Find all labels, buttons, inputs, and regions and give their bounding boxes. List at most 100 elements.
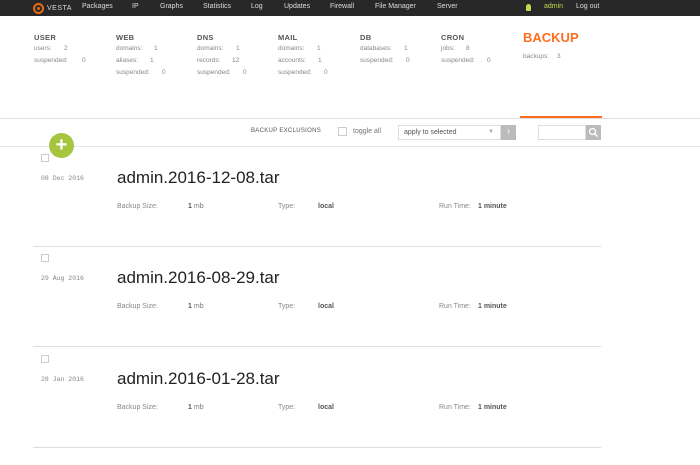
- stat-value: 0: [324, 69, 328, 76]
- runtime-value: 1 minute: [478, 203, 507, 210]
- stat-label: databases:: [360, 45, 392, 52]
- divider: [33, 447, 601, 448]
- top-nav-bar: VESTA Packages IP Graphs Statistics Log …: [0, 0, 700, 16]
- stat-value: 0: [406, 57, 410, 64]
- nav-statistics[interactable]: Statistics: [203, 3, 231, 10]
- backup-exclusions-link[interactable]: BACKUP EXCLUSIONS: [251, 128, 321, 134]
- stat-title: DB: [360, 33, 372, 42]
- type-value: local: [318, 404, 334, 411]
- size-unit: mb: [193, 404, 204, 411]
- search-button[interactable]: [586, 125, 601, 140]
- backup-name[interactable]: admin.2016-08-29.tar: [117, 268, 280, 288]
- type-label: Type:: [278, 203, 296, 210]
- apply-to-selected-select[interactable]: apply to selected ▼: [398, 125, 501, 140]
- backup-row: 08 Dec 2016 admin.2016-12-08.tar Backup …: [33, 147, 601, 247]
- stat-label: suspended:: [360, 57, 394, 64]
- apply-go-button[interactable]: ›: [501, 125, 516, 140]
- size-label: Backup Size:: [117, 404, 158, 411]
- stat-label: domains:: [278, 45, 305, 52]
- backup-count: backups: 3: [523, 53, 561, 60]
- nav-user-admin[interactable]: admin: [544, 3, 563, 10]
- nav-logout[interactable]: Log out: [576, 3, 599, 10]
- vesta-logo[interactable]: VESTA: [33, 2, 72, 14]
- stat-value: 1: [150, 57, 154, 64]
- nav-packages[interactable]: Packages: [82, 3, 113, 10]
- stat-label: jobs:: [441, 45, 455, 52]
- stat-label: suspended:: [34, 57, 68, 64]
- runtime-label: Run Time:: [439, 203, 471, 210]
- nav-updates[interactable]: Updates: [284, 3, 310, 10]
- stat-title: DNS: [197, 33, 214, 42]
- runtime-label: Run Time:: [439, 404, 471, 411]
- runtime-value: 1 minute: [478, 404, 507, 411]
- stat-value: 1: [318, 57, 322, 64]
- backup-date: 29 Aug 2016: [41, 275, 84, 282]
- chevron-down-icon: ▼: [488, 129, 494, 135]
- stat-label: suspended:: [197, 69, 231, 76]
- vesta-logo-icon: [33, 2, 44, 14]
- nav-log[interactable]: Log: [251, 3, 263, 10]
- logo-text: VESTA: [47, 4, 72, 12]
- stat-db[interactable]: DB databases: 1 suspended: 0: [360, 33, 410, 69]
- type-label: Type:: [278, 404, 296, 411]
- divider: [0, 118, 700, 119]
- type-value: local: [318, 303, 334, 310]
- nav-file-manager[interactable]: File Manager: [375, 3, 416, 10]
- stat-cron[interactable]: CRON jobs: 8 suspended: 0: [441, 33, 491, 69]
- stat-value: 0: [162, 69, 166, 76]
- stat-dns[interactable]: DNS domains: 1 records: 12 suspended: 0: [197, 33, 247, 81]
- stat-value: 1: [404, 45, 408, 52]
- backup-name[interactable]: admin.2016-01-28.tar: [117, 369, 280, 389]
- stat-value: 3: [557, 53, 561, 60]
- stat-title: WEB: [116, 33, 135, 42]
- stat-value: 8: [466, 45, 470, 52]
- stat-value: 2: [64, 45, 68, 52]
- stat-title: CRON: [441, 33, 465, 42]
- stat-label: suspended:: [278, 69, 312, 76]
- stat-value: 0: [487, 57, 491, 64]
- size-value: 1: [188, 203, 192, 210]
- stat-label: users:: [34, 45, 52, 52]
- backup-name[interactable]: admin.2016-12-08.tar: [117, 168, 280, 188]
- stat-label: backups:: [523, 53, 550, 60]
- size-unit: mb: [193, 303, 204, 310]
- row-checkbox[interactable]: [41, 355, 49, 363]
- stat-web[interactable]: WEB domains: 1 aliases: 1 suspended: 0: [116, 33, 166, 81]
- stat-value: 0: [82, 57, 86, 64]
- search-input[interactable]: [538, 125, 586, 140]
- backup-date: 28 Jan 2016: [41, 376, 84, 383]
- backup-row: 29 Aug 2016 admin.2016-08-29.tar Backup …: [33, 247, 601, 347]
- chevron-right-icon: ›: [506, 126, 511, 137]
- stat-label: suspended:: [441, 57, 475, 64]
- stat-label: aliases:: [116, 57, 139, 64]
- divider: [33, 346, 601, 347]
- row-checkbox[interactable]: [41, 254, 49, 262]
- type-label: Type:: [278, 303, 296, 310]
- notification-bell-icon[interactable]: [526, 4, 531, 11]
- stat-value: 1: [236, 45, 240, 52]
- size-unit: mb: [193, 203, 204, 210]
- runtime-label: Run Time:: [439, 303, 471, 310]
- stat-title: USER: [34, 33, 57, 42]
- runtime-value: 1 minute: [478, 303, 507, 310]
- size-label: Backup Size:: [117, 203, 158, 210]
- row-checkbox[interactable]: [41, 154, 49, 162]
- size-label: Backup Size:: [117, 303, 158, 310]
- stat-label: records:: [197, 57, 221, 64]
- apply-to-selected-value: apply to selected: [404, 129, 457, 136]
- toggle-all-label[interactable]: toggle all: [353, 128, 381, 135]
- nav-graphs[interactable]: Graphs: [160, 3, 183, 10]
- nav-ip[interactable]: IP: [132, 3, 139, 10]
- stat-mail[interactable]: MAIL domains: 1 accounts: 1 suspended: 0: [278, 33, 328, 81]
- size-value: 1: [188, 404, 192, 411]
- stat-value: 0: [243, 69, 247, 76]
- tab-backup-title[interactable]: BACKUP: [523, 30, 579, 45]
- stat-value: 1: [154, 45, 158, 52]
- toggle-all-checkbox[interactable]: [338, 127, 347, 136]
- backup-date: 08 Dec 2016: [41, 175, 84, 182]
- nav-firewall[interactable]: Firewall: [330, 3, 354, 10]
- size-value: 1: [188, 303, 192, 310]
- stat-user[interactable]: USER users: 2 suspended: 0: [34, 33, 86, 69]
- nav-server[interactable]: Server: [437, 3, 458, 10]
- stat-label: domains:: [116, 45, 143, 52]
